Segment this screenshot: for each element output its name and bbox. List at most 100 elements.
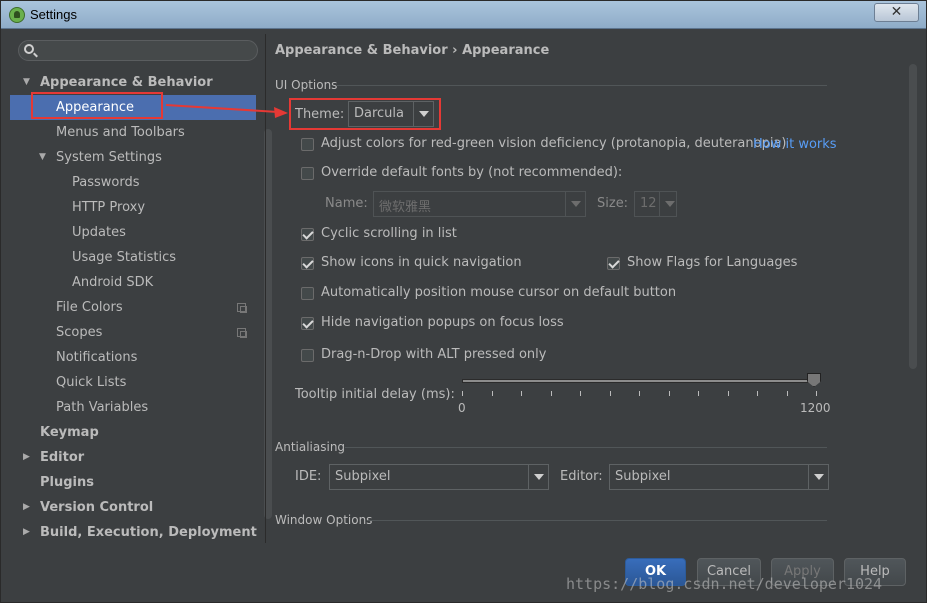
- tree-item-version-control[interactable]: ▶ Version Control: [10, 495, 256, 520]
- tree-item-path-variables[interactable]: Path Variables: [10, 395, 256, 420]
- slider-tick: [727, 391, 729, 396]
- settings-search[interactable]: [18, 40, 258, 61]
- cyclic-scrolling-box[interactable]: [301, 228, 314, 241]
- tree-item-label: Usage Statistics: [72, 250, 177, 265]
- tree-item-label: File Colors: [56, 300, 123, 315]
- content-scrollbar[interactable]: [909, 64, 917, 369]
- tree-item-editor[interactable]: ▶ Editor: [10, 445, 256, 470]
- font-size-value: 12: [640, 196, 657, 211]
- expanded-arrow-icon[interactable]: ▼: [39, 145, 46, 170]
- collapsed-arrow-icon[interactable]: ▶: [23, 520, 30, 545]
- tree-item-label: Path Variables: [56, 400, 149, 415]
- window-title: Settings: [30, 7, 77, 22]
- tree-item-label: Updates: [72, 225, 126, 240]
- search-icon: [24, 44, 34, 54]
- slider-tick: [550, 391, 552, 396]
- tree-item-label: Plugins: [40, 475, 94, 490]
- tree-item-menus-and-toolbars[interactable]: Menus and Toolbars: [10, 120, 256, 145]
- tree-item-label: Keymap: [40, 425, 99, 440]
- tree-item-build-execution-deployment[interactable]: ▶ Build, Execution, Deployment: [10, 520, 257, 545]
- collapsed-arrow-icon[interactable]: ▶: [23, 445, 30, 470]
- tree-item-passwords[interactable]: Passwords: [10, 170, 256, 195]
- collapsed-arrow-icon[interactable]: ▶: [23, 495, 30, 520]
- tree-item-keymap[interactable]: Keymap: [10, 420, 256, 445]
- tree-item-updates[interactable]: Updates: [10, 220, 256, 245]
- antialiasing-separator: [345, 447, 827, 448]
- slider-tick: [580, 391, 581, 396]
- ide-antialiasing-dropdown[interactable]: Subpixel: [329, 464, 549, 490]
- font-size-label: Size:: [597, 196, 629, 211]
- slider-tick: [668, 391, 670, 396]
- tooltip-delay-slider[interactable]: [462, 379, 819, 383]
- slider-tick: [757, 391, 758, 396]
- breadcrumb-separator: ›: [452, 43, 458, 58]
- override-fonts-box[interactable]: [301, 167, 314, 180]
- cyclic-scrolling-label: Cyclic scrolling in list: [321, 226, 457, 241]
- search-input[interactable]: [37, 42, 252, 59]
- how-it-works-link[interactable]: How it works: [753, 137, 837, 152]
- tree-item-label: Android SDK: [72, 275, 154, 290]
- slider-tick: [786, 391, 788, 396]
- chevron-down-icon: [528, 465, 548, 489]
- editor-label: Editor:: [560, 469, 603, 484]
- tree-item-label: Editor: [40, 450, 85, 465]
- highlight-box-theme: [289, 98, 441, 130]
- red-arrow-annotation: [166, 104, 288, 118]
- slider-min-label: 0: [458, 401, 466, 415]
- font-name-value: 微软雅黑: [379, 200, 432, 215]
- tree-item-plugins[interactable]: Plugins: [10, 470, 256, 495]
- slider-thumb[interactable]: [807, 373, 821, 387]
- settings-content: Appearance & Behavior › Appearance UI Op…: [266, 34, 920, 543]
- ui-options-separator: [337, 85, 827, 86]
- tree-item-system-settings[interactable]: ▼ System Settings: [10, 145, 256, 170]
- tooltip-delay-label: Tooltip initial delay (ms):: [295, 387, 455, 402]
- auto-position-box[interactable]: [301, 287, 314, 300]
- font-name-label: Name:: [325, 196, 368, 211]
- tree-item-notifications[interactable]: Notifications: [10, 345, 256, 370]
- tree-item-usage-statistics[interactable]: Usage Statistics: [10, 245, 256, 270]
- project-level-icon: [237, 303, 247, 313]
- window-options-title: Window Options: [275, 513, 373, 527]
- editor-antialiasing-dropdown[interactable]: Subpixel: [609, 464, 829, 490]
- ide-label: IDE:: [295, 469, 322, 484]
- settings-tree: ▼ Appearance & Behavior Appearance Menus an…: [10, 70, 257, 545]
- show-flags-label: Show Flags for Languages: [627, 255, 798, 270]
- highlight-box-appearance: [31, 92, 163, 119]
- tree-item-quick-lists[interactable]: Quick Lists: [10, 370, 256, 395]
- tree-item-android-sdk[interactable]: Android SDK: [10, 270, 256, 295]
- chevron-down-icon: [565, 192, 585, 216]
- tree-item-label: Version Control: [40, 500, 154, 515]
- slider-tick: [816, 391, 817, 396]
- ui-options-title: UI Options: [275, 78, 338, 92]
- adjust-colors-box[interactable]: [301, 138, 314, 151]
- tree-item-label: Passwords: [72, 175, 140, 190]
- show-flags-box[interactable]: [607, 257, 620, 270]
- slider-tick: [491, 391, 493, 396]
- window-options-separator: [368, 520, 827, 521]
- drag-n-drop-label: Drag-n-Drop with ALT pressed only: [321, 347, 547, 362]
- project-level-icon: [237, 328, 247, 338]
- show-icons-box[interactable]: [301, 257, 314, 270]
- tree-item-label: Build, Execution, Deployment: [40, 525, 257, 540]
- tree-item-http-proxy[interactable]: HTTP Proxy: [10, 195, 256, 220]
- ide-antialiasing-value: Subpixel: [335, 469, 391, 484]
- expanded-arrow-icon[interactable]: ▼: [23, 70, 30, 95]
- auto-position-label: Automatically position mouse cursor on d…: [321, 285, 677, 300]
- tree-item-file-colors[interactable]: File Colors: [10, 295, 256, 320]
- antialiasing-title: Antialiasing: [275, 440, 346, 454]
- slider-max-label: 1200: [800, 401, 831, 415]
- font-name-dropdown[interactable]: 微软雅黑: [373, 191, 586, 217]
- hide-navigation-box[interactable]: [301, 317, 314, 330]
- font-size-dropdown[interactable]: 12: [634, 191, 677, 217]
- tree-item-label: HTTP Proxy: [72, 200, 146, 215]
- close-button[interactable]: ✕: [874, 3, 919, 22]
- slider-tick: [639, 391, 640, 396]
- editor-antialiasing-value: Subpixel: [615, 469, 671, 484]
- tree-item-label: Scopes: [56, 325, 103, 340]
- adjust-colors-label: Adjust colors for red-green vision defic…: [321, 136, 787, 151]
- tree-item-scopes[interactable]: Scopes: [10, 320, 256, 345]
- hide-navigation-label: Hide navigation popups on focus loss: [321, 315, 564, 330]
- show-icons-label: Show icons in quick navigation: [321, 255, 522, 270]
- chevron-down-icon: [659, 192, 676, 216]
- drag-n-drop-box[interactable]: [301, 349, 314, 362]
